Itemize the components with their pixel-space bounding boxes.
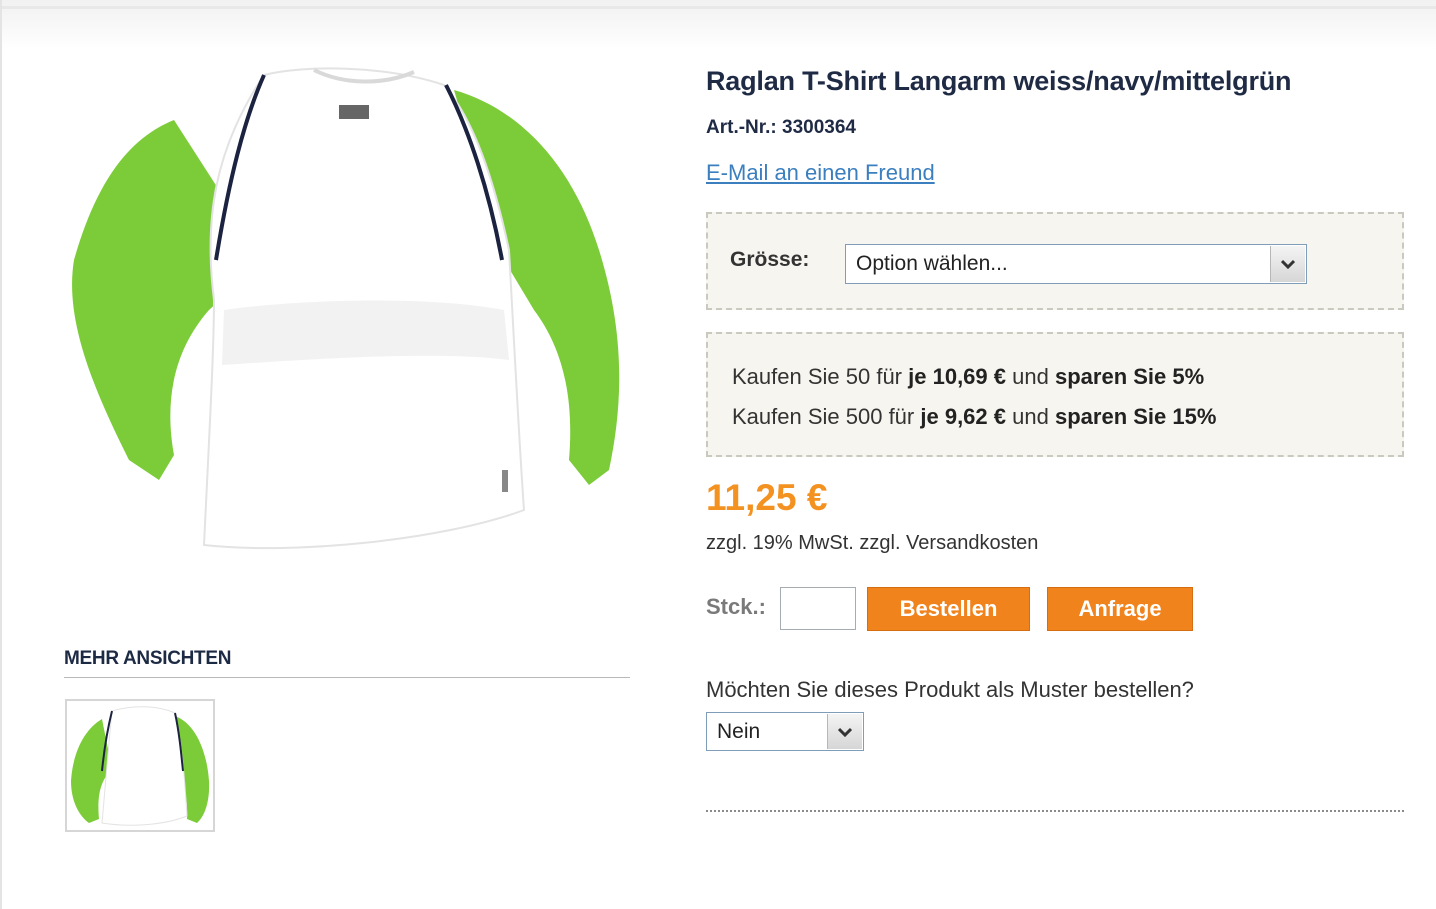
- divider: [64, 677, 630, 678]
- order-button[interactable]: Bestellen: [867, 587, 1030, 631]
- sku-label: Art.-Nr.:: [706, 117, 777, 138]
- dotted-divider: [706, 810, 1404, 812]
- tax-note: zzgl. 19% MwSt. zzgl. Versandkosten: [706, 532, 1039, 554]
- tier-saving: sparen Sie 15%: [1054, 404, 1217, 429]
- request-button[interactable]: Anfrage: [1047, 587, 1193, 631]
- tier-price-box: Kaufen Sie 50 für je 10,69 € und sparen …: [706, 332, 1404, 457]
- sku-value: 3300364: [782, 117, 856, 138]
- quantity-label: Stck.:: [706, 594, 766, 619]
- tier-price: je 9,62 €: [920, 404, 1007, 429]
- quantity-input[interactable]: [780, 587, 856, 630]
- product-page: MEHR ANSICHTEN Raglan T-Shirt Langarm we…: [0, 0, 1436, 909]
- size-select-value: Option wählen...: [856, 252, 1008, 275]
- sample-select[interactable]: Nein: [706, 712, 864, 751]
- thumbnail-image: [71, 706, 210, 826]
- tier-price: je 10,69 €: [908, 364, 1007, 389]
- tier-prefix: Kaufen Sie 50 für: [732, 364, 903, 389]
- email-friend-link[interactable]: E-Mail an einen Freund: [706, 160, 935, 186]
- sample-question: Möchten Sie dieses Produkt als Muster be…: [706, 677, 1194, 702]
- product-title: Raglan T-Shirt Langarm weiss/navy/mittel…: [706, 66, 1292, 96]
- product-thumbnail[interactable]: [65, 699, 215, 832]
- tier-saving: sparen Sie 5%: [1054, 364, 1205, 389]
- tier-price-line: Kaufen Sie 500 für je 9,62 € und sparen …: [732, 404, 1216, 430]
- sku-row: Art.-Nr.: 3300364: [706, 117, 856, 139]
- tier-prefix: Kaufen Sie 500 für: [732, 404, 915, 429]
- tier-middle: und: [1012, 404, 1049, 429]
- product-price: 11,25 €: [706, 477, 828, 518]
- size-select[interactable]: Option wählen...: [845, 244, 1307, 284]
- chevron-down-icon[interactable]: [1270, 246, 1305, 282]
- tier-middle: und: [1012, 364, 1049, 389]
- size-label: Grösse:: [730, 248, 810, 271]
- product-image[interactable]: [64, 60, 630, 570]
- sample-select-value: Nein: [717, 720, 761, 743]
- top-border: [2, 6, 1436, 9]
- chevron-down-icon[interactable]: [827, 714, 862, 749]
- size-option-box: Grösse: Option wählen...: [706, 212, 1404, 310]
- tier-price-line: Kaufen Sie 50 für je 10,69 € und sparen …: [732, 364, 1204, 390]
- more-views-title: MEHR ANSICHTEN: [64, 648, 232, 669]
